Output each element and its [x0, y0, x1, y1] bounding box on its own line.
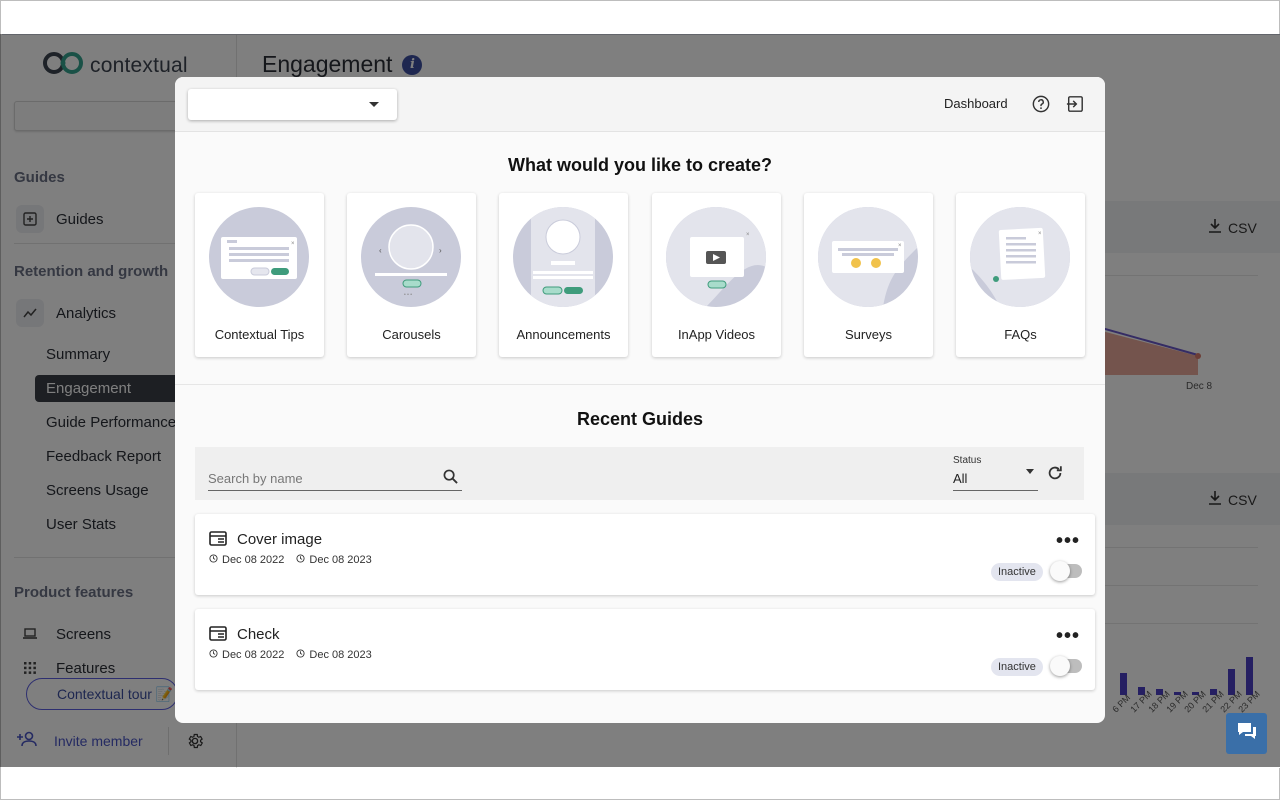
surveys-illustration: ×: [818, 207, 918, 307]
svg-text:×: ×: [291, 241, 295, 247]
app-select-dropdown[interactable]: [188, 89, 397, 120]
guide-end-date: Dec 08 2023: [296, 554, 372, 566]
tile-contextual-tips[interactable]: × Contextual Tips: [195, 193, 324, 357]
caret-down-icon: [369, 102, 379, 107]
tile-label: Surveys: [845, 327, 892, 342]
chat-button[interactable]: [1226, 713, 1267, 754]
end-date-text: Dec 08 2023: [309, 554, 372, 566]
end-date-text: Dec 08 2023: [309, 649, 372, 661]
contextual-tips-illustration: ×: [209, 207, 309, 307]
refresh-icon[interactable]: [1046, 464, 1064, 487]
guide-title: Check: [237, 626, 280, 643]
toggle-knob: [1050, 561, 1070, 581]
create-guide-modal: Dashboard What would you like to create?…: [175, 77, 1105, 723]
more-options-icon[interactable]: •••: [1056, 531, 1080, 551]
guides-filter-bar: Search by name Status All: [195, 447, 1084, 500]
search-placeholder: Search by name: [208, 471, 303, 486]
help-icon[interactable]: [1032, 95, 1050, 118]
clock-icon: [209, 554, 218, 566]
search-input[interactable]: Search by name: [208, 467, 462, 491]
clock-icon: [209, 649, 218, 661]
guide-layout-icon: [209, 531, 227, 551]
tile-label: Announcements: [516, 327, 611, 342]
svg-text:×: ×: [898, 243, 902, 249]
guide-dates: Dec 08 2022 Dec 08 2023: [209, 554, 372, 566]
tile-label: Carousels: [382, 327, 441, 342]
guide-start-date: Dec 08 2022: [209, 554, 284, 566]
svg-text:×: ×: [1038, 231, 1042, 237]
guide-active-toggle[interactable]: [1050, 561, 1082, 581]
svg-text:›: ›: [439, 246, 442, 255]
tile-faqs[interactable]: × FAQs: [956, 193, 1085, 357]
caret-down-icon: [1026, 469, 1034, 474]
faqs-illustration: ×: [970, 207, 1070, 307]
toggle-knob: [1050, 656, 1070, 676]
tile-label: InApp Videos: [677, 327, 756, 342]
modal-header: Dashboard: [175, 77, 1105, 132]
guide-layout-icon: [209, 626, 227, 646]
guide-dates: Dec 08 2022 Dec 08 2023: [209, 649, 372, 661]
dashboard-link[interactable]: Dashboard: [944, 96, 1008, 111]
status-badge: Inactive: [991, 563, 1043, 581]
svg-text:‹: ‹: [379, 246, 382, 255]
carousels-illustration: ‹ › • • •: [361, 207, 461, 307]
guide-end-date: Dec 08 2023: [296, 649, 372, 661]
recent-guides-heading: Recent Guides: [576, 409, 704, 429]
start-date-text: Dec 08 2022: [222, 649, 285, 661]
status-label: Status: [953, 455, 982, 466]
create-question-heading: What would you like to create?: [507, 155, 773, 175]
tile-label: FAQs: [1004, 327, 1037, 342]
status-badge: Inactive: [991, 658, 1043, 676]
exit-icon[interactable]: [1066, 95, 1084, 118]
inapp-videos-illustration: ×: [666, 207, 766, 307]
tile-surveys[interactable]: × Surveys: [804, 193, 933, 357]
clock-icon: [296, 554, 305, 566]
svg-text:×: ×: [746, 232, 750, 238]
guide-active-toggle[interactable]: [1050, 656, 1082, 676]
status-select[interactable]: Status All: [953, 455, 1038, 491]
tile-inapp-videos[interactable]: × InApp Videos: [652, 193, 781, 357]
search-icon[interactable]: [443, 469, 458, 489]
divider: [175, 384, 1105, 385]
status-value: All: [953, 471, 968, 486]
guide-row[interactable]: Cover image Dec 08 2022 Dec 08 2023 ••• …: [195, 514, 1095, 595]
svg-text:• • •: • • •: [404, 292, 412, 298]
tile-label: Contextual Tips: [214, 327, 305, 342]
guide-title: Cover image: [237, 531, 323, 548]
guide-start-date: Dec 08 2022: [209, 649, 284, 661]
chat-icon: [1236, 721, 1258, 746]
clock-icon: [296, 649, 305, 661]
announcements-illustration: [513, 207, 613, 307]
more-options-icon[interactable]: •••: [1056, 626, 1080, 646]
guide-row[interactable]: Check Dec 08 2022 Dec 08 2023 ••• Inacti…: [195, 609, 1095, 690]
tile-announcements[interactable]: Announcements: [499, 193, 628, 357]
start-date-text: Dec 08 2022: [222, 554, 285, 566]
tile-carousels[interactable]: ‹ › • • • Carousels: [347, 193, 476, 357]
